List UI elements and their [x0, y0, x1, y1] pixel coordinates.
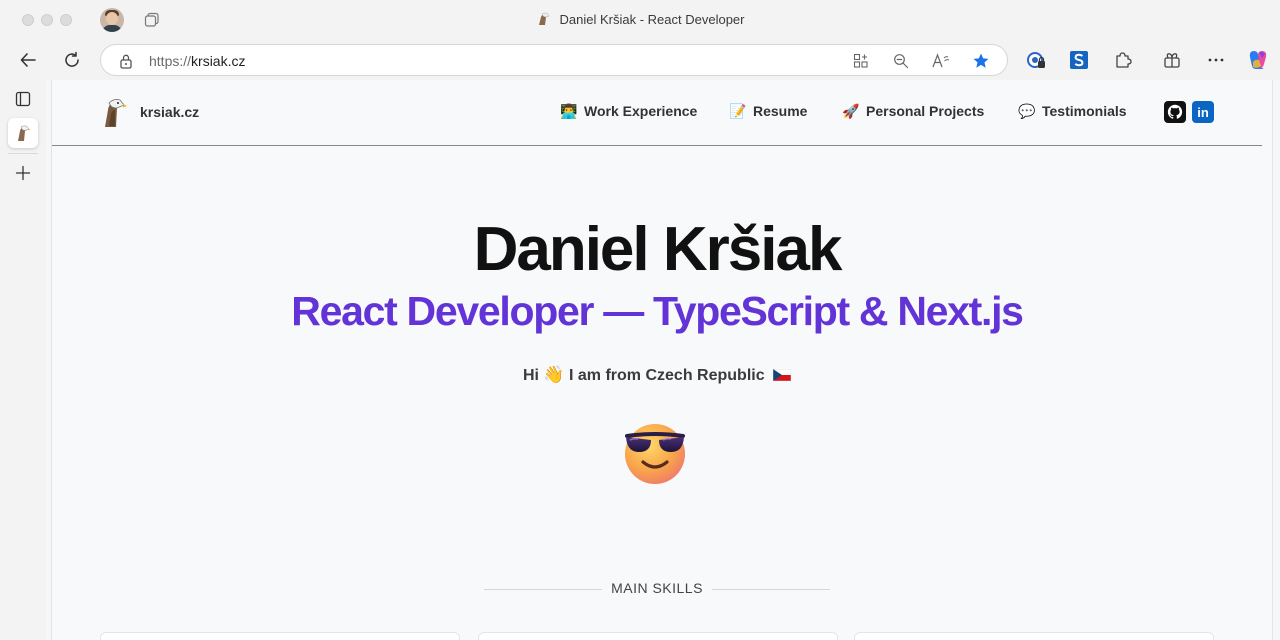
favorite-button[interactable] — [971, 51, 991, 71]
s-extension-icon — [1070, 51, 1088, 69]
linkedin-link[interactable]: in — [1192, 101, 1214, 123]
skill-card — [478, 632, 838, 640]
main-skills-heading: MAIN SKILLS — [611, 580, 703, 596]
nav-work-experience[interactable]: 👨‍💻 Work Experience — [560, 102, 697, 120]
star-filled-icon — [973, 53, 989, 68]
password-extension-button[interactable] — [1022, 46, 1050, 74]
puzzle-icon — [1116, 52, 1132, 68]
site-navbar: krsiak.cz 👨‍💻 Work Experience 📝 Resume 🚀… — [52, 80, 1262, 146]
brand-text: krsiak.cz — [140, 104, 200, 120]
github-icon — [1167, 104, 1183, 119]
speech-bubble-emoji-icon: 💬 — [1018, 102, 1036, 119]
read-aloud-icon — [932, 53, 950, 68]
vertical-tabs-icon — [15, 91, 31, 107]
hero-subtitle: React Developer — TypeScript & Next.js — [291, 288, 1024, 334]
password-manager-icon — [1027, 52, 1045, 68]
nav-resume-label: Resume — [753, 103, 808, 119]
zoom-out-icon — [894, 54, 909, 69]
read-aloud-button[interactable] — [931, 51, 951, 71]
linkedin-icon: in — [1197, 104, 1209, 120]
refresh-icon — [65, 51, 79, 67]
title-bar: Daniel Kršiak - React Developer — [0, 0, 1280, 40]
hero-name: Daniel Kršiak — [473, 215, 843, 284]
hero-greeting: Hi 👋 I am from Czech Republic — [52, 365, 1262, 385]
greeting-prefix: Hi — [522, 367, 539, 384]
url-text[interactable]: https://krsiak.cz — [149, 53, 245, 69]
collections-button[interactable] — [1158, 46, 1186, 74]
eagle-favicon-icon — [18, 125, 31, 141]
apps-add-icon — [853, 53, 868, 68]
github-link[interactable] — [1164, 101, 1186, 123]
nav-work-experience-label: Work Experience — [584, 103, 698, 119]
eagle-logo-icon — [105, 99, 127, 127]
nav-personal-projects[interactable]: 🚀 Personal Projects — [842, 102, 984, 120]
czech-flag-icon — [773, 369, 792, 381]
more-menu-button[interactable] — [1202, 46, 1230, 74]
zoom-button[interactable] — [891, 51, 911, 71]
sidebar-divider — [8, 153, 38, 154]
greeting-text: I am from Czech Republic — [569, 367, 765, 384]
back-button[interactable] — [14, 46, 42, 74]
extensions-button[interactable] — [1109, 46, 1137, 74]
refresh-button[interactable] — [58, 46, 86, 74]
nav-personal-projects-label: Personal Projects — [866, 103, 985, 119]
brand-link[interactable]: krsiak.cz — [98, 96, 199, 128]
lock-icon[interactable] — [119, 53, 133, 69]
sunglasses-smiling-face-icon — [625, 424, 685, 484]
nav-testimonials[interactable]: 💬 Testimonials — [1018, 102, 1127, 120]
nav-resume[interactable]: 📝 Resume — [729, 102, 807, 120]
web-page: krsiak.cz 👨‍💻 Work Experience 📝 Resume 🚀… — [51, 80, 1273, 640]
window-title: Daniel Kršiak - React Developer — [0, 12, 1280, 27]
waving-hand-emoji-icon: 👋 — [543, 365, 565, 384]
copilot-icon — [1249, 51, 1267, 69]
memo-emoji-icon: 📝 — [729, 102, 747, 119]
eagle-favicon-icon — [538, 12, 549, 25]
tab-actions-sidebar-button[interactable] — [8, 84, 38, 114]
technologist-emoji-icon: 👨‍💻 — [560, 102, 578, 119]
arrow-left-icon — [20, 53, 36, 67]
sidebar-tab-krsiak[interactable] — [8, 118, 38, 148]
app-available-button[interactable] — [851, 51, 871, 71]
more-dots-icon — [1208, 58, 1224, 62]
skill-card — [100, 632, 460, 640]
nav-testimonials-label: Testimonials — [1042, 103, 1127, 119]
s-extension-button[interactable] — [1065, 46, 1093, 74]
new-tab-button[interactable] — [8, 158, 38, 188]
collections-icon — [1164, 53, 1180, 68]
rocket-emoji-icon: 🚀 — [842, 102, 860, 119]
main-skills-divider: MAIN SKILLS — [484, 580, 830, 600]
browser-sidebar — [0, 80, 46, 640]
browser-toolbar: https://krsiak.cz — [0, 40, 1280, 80]
skill-card — [854, 632, 1214, 640]
copilot-button[interactable] — [1244, 46, 1272, 74]
address-bar[interactable]: https://krsiak.cz — [100, 44, 1008, 76]
plus-icon — [15, 165, 31, 181]
